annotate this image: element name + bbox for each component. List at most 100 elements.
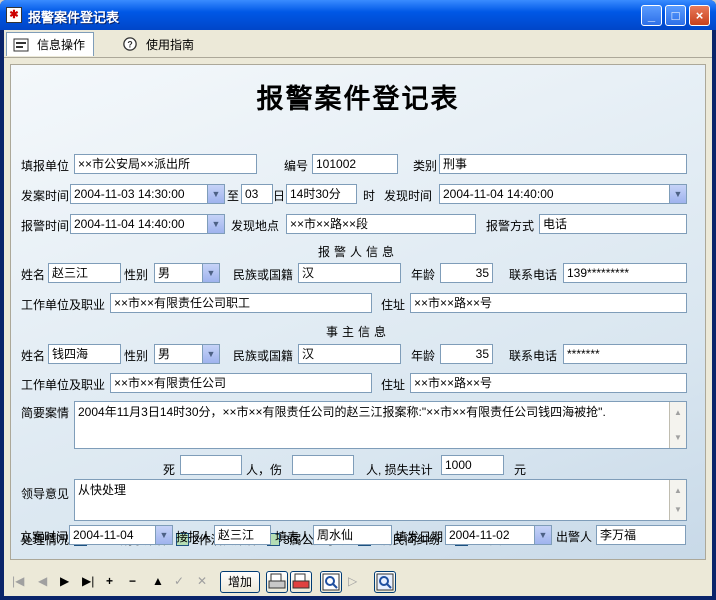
to-time-field[interactable]: 14时30分 bbox=[286, 184, 357, 204]
party-sex-label: 性别 bbox=[124, 349, 149, 363]
occur-time-label: 发案时间 bbox=[21, 189, 70, 203]
report-time-field[interactable]: 2004-11-04 14:40:00 ▼ bbox=[70, 214, 225, 234]
prev-record-icon[interactable]: ◀ bbox=[38, 574, 47, 588]
party-work-label: 工作单位及职业 bbox=[21, 378, 106, 392]
chevron-down-icon[interactable]: ▼ bbox=[202, 345, 219, 363]
reporter-sex-value: 男 bbox=[158, 266, 171, 280]
maximize-button[interactable]: □ bbox=[665, 5, 686, 26]
form-heading: 报警案件登记表 bbox=[256, 84, 460, 115]
number-field[interactable]: 101002 bbox=[312, 154, 398, 174]
injured-count-field[interactable] bbox=[292, 455, 354, 475]
report-method-field[interactable]: 电话 bbox=[539, 214, 687, 234]
chevron-down-icon[interactable]: ▼ bbox=[155, 526, 172, 544]
delete-record-icon[interactable]: − bbox=[129, 574, 136, 588]
chevron-down-icon[interactable]: ▼ bbox=[534, 526, 551, 544]
last-record-icon[interactable]: ▶| bbox=[82, 574, 94, 588]
unit-field[interactable]: ××市公安局××派出所 bbox=[74, 154, 257, 174]
reporter-work-field[interactable]: ××市××有限责任公司职工 bbox=[110, 293, 372, 313]
record-nav-bar: |◀ ◀ ▶ ▶| + − ▲ ✓ ✕ 增加 ▷ bbox=[4, 566, 712, 596]
reporter-nation-label: 民族或国籍 bbox=[233, 268, 294, 282]
tab-guide-label: 使用指南 bbox=[146, 37, 195, 52]
fill-date-label: 填发日期 bbox=[395, 530, 444, 544]
report-method-label: 报警方式 bbox=[486, 219, 535, 233]
number-label: 编号 bbox=[284, 159, 309, 173]
reporter-phone-field[interactable]: 139********* bbox=[563, 263, 687, 283]
search-button[interactable] bbox=[320, 571, 342, 593]
brief-case-field[interactable]: 2004年11月3日14时30分，××市××有限责任公司的赵三江报案称:"××市… bbox=[74, 401, 687, 449]
place-field[interactable]: ××市××路××段 bbox=[286, 214, 476, 234]
report-time-value: 2004-11-04 14:40:00 bbox=[74, 217, 185, 231]
insert-record-icon[interactable]: + bbox=[106, 574, 113, 588]
hour-label: 时 bbox=[363, 189, 376, 203]
party-section-title: 事主信息 bbox=[325, 325, 390, 339]
chevron-down-icon[interactable]: ▼ bbox=[202, 264, 219, 282]
chevron-down-icon[interactable]: ▼ bbox=[207, 185, 224, 203]
tab-info-operation[interactable]: 信息操作 bbox=[6, 32, 95, 56]
brief-case-label: 简要案情 bbox=[21, 406, 70, 420]
find-icon bbox=[376, 573, 394, 591]
yuan-label: 元 bbox=[514, 463, 527, 477]
print-button[interactable] bbox=[290, 571, 312, 593]
reporter-sex-field[interactable]: 男 ▼ bbox=[154, 263, 220, 283]
loss-label: 人, 损失共计 bbox=[366, 463, 433, 477]
officer-field[interactable]: 李万福 bbox=[596, 525, 686, 545]
client-area: 信息操作 ? 使用指南 报警案件登记表 填报单位 ××市公安局××派出所 编号 … bbox=[4, 30, 712, 596]
leader-opinion-field[interactable]: 从快处理 bbox=[74, 479, 687, 521]
app-icon: ✱ bbox=[6, 7, 22, 23]
to-label: 至 bbox=[227, 189, 240, 203]
party-nation-label: 民族或国籍 bbox=[233, 349, 294, 363]
officer-label: 出警人 bbox=[556, 530, 593, 544]
fill-date-field[interactable]: 2004-11-02 ▼ bbox=[445, 525, 552, 545]
reporter-age-field[interactable]: 35 bbox=[440, 263, 493, 283]
next-record-icon[interactable]: ▶ bbox=[60, 574, 69, 588]
title-bar: ✱ 报警案件登记表 _ □ × bbox=[0, 0, 716, 30]
close-button[interactable]: × bbox=[689, 5, 710, 26]
minimize-button[interactable]: _ bbox=[641, 5, 662, 26]
brief-case-text: 2004年11月3日14时30分，××市××有限责任公司的赵三江报案称:"××市… bbox=[78, 405, 606, 419]
reporter-sex-label: 性别 bbox=[124, 268, 149, 282]
cancel-record-icon[interactable]: ✕ bbox=[197, 574, 207, 588]
party-sex-field[interactable]: 男 ▼ bbox=[154, 344, 220, 364]
brief-case-scrollbar[interactable] bbox=[669, 402, 686, 448]
party-phone-field[interactable]: ******* bbox=[563, 344, 687, 364]
chevron-down-icon[interactable]: ▼ bbox=[207, 215, 224, 233]
found-time-label: 发现时间 bbox=[384, 189, 433, 203]
party-address-field[interactable]: ××市××路××号 bbox=[410, 373, 687, 393]
post-record-icon[interactable]: ✓ bbox=[174, 574, 184, 588]
party-phone-label: 联系电话 bbox=[509, 349, 558, 363]
tab-user-guide[interactable]: ? 使用指南 bbox=[116, 32, 202, 56]
loss-field[interactable]: 1000 bbox=[441, 455, 504, 475]
file-time-field[interactable]: 2004-11-04 ▼ bbox=[69, 525, 173, 545]
party-name-field[interactable]: 钱四海 bbox=[48, 344, 121, 364]
info-icon bbox=[13, 38, 29, 51]
reporter-name-field[interactable]: 赵三江 bbox=[48, 263, 121, 283]
found-time-value: 2004-11-04 14:40:00 bbox=[443, 187, 554, 201]
found-time-field[interactable]: 2004-11-04 14:40:00 ▼ bbox=[439, 184, 687, 204]
dead-count-field[interactable] bbox=[180, 455, 242, 475]
toolbar: 信息操作 ? 使用指南 bbox=[4, 30, 712, 58]
party-sex-value: 男 bbox=[158, 347, 171, 361]
receiver-field[interactable]: 赵三江 bbox=[214, 525, 271, 545]
party-work-field[interactable]: ××市××有限责任公司 bbox=[110, 373, 372, 393]
edit-record-icon[interactable]: ▲ bbox=[152, 574, 164, 588]
reporter-address-field[interactable]: ××市××路××号 bbox=[410, 293, 687, 313]
type-label: 类别 bbox=[413, 159, 438, 173]
party-age-field[interactable]: 35 bbox=[440, 344, 493, 364]
party-nation-field[interactable]: 汉 bbox=[298, 344, 401, 364]
occur-time-field[interactable]: 2004-11-03 14:30:00 ▼ bbox=[70, 184, 225, 204]
find-button[interactable] bbox=[374, 571, 396, 593]
filler-label: 填表人 bbox=[275, 530, 312, 544]
chevron-down-icon[interactable]: ▼ bbox=[669, 185, 686, 203]
play-icon[interactable]: ▷ bbox=[348, 574, 357, 588]
print-preview-button[interactable] bbox=[266, 571, 288, 593]
place-label: 发现地点 bbox=[231, 219, 280, 233]
filler-field[interactable]: 周水仙 bbox=[313, 525, 392, 545]
add-button[interactable]: 增加 bbox=[220, 571, 260, 593]
reporter-nation-field[interactable]: 汉 bbox=[298, 263, 401, 283]
report-time-label: 报警时间 bbox=[21, 219, 70, 233]
to-day-field[interactable]: 03 bbox=[241, 184, 273, 204]
first-record-icon[interactable]: |◀ bbox=[12, 574, 24, 588]
leader-opinion-scrollbar[interactable] bbox=[669, 480, 686, 520]
fill-date-value: 2004-11-02 bbox=[449, 528, 510, 542]
type-field[interactable]: 刑事 bbox=[439, 154, 687, 174]
